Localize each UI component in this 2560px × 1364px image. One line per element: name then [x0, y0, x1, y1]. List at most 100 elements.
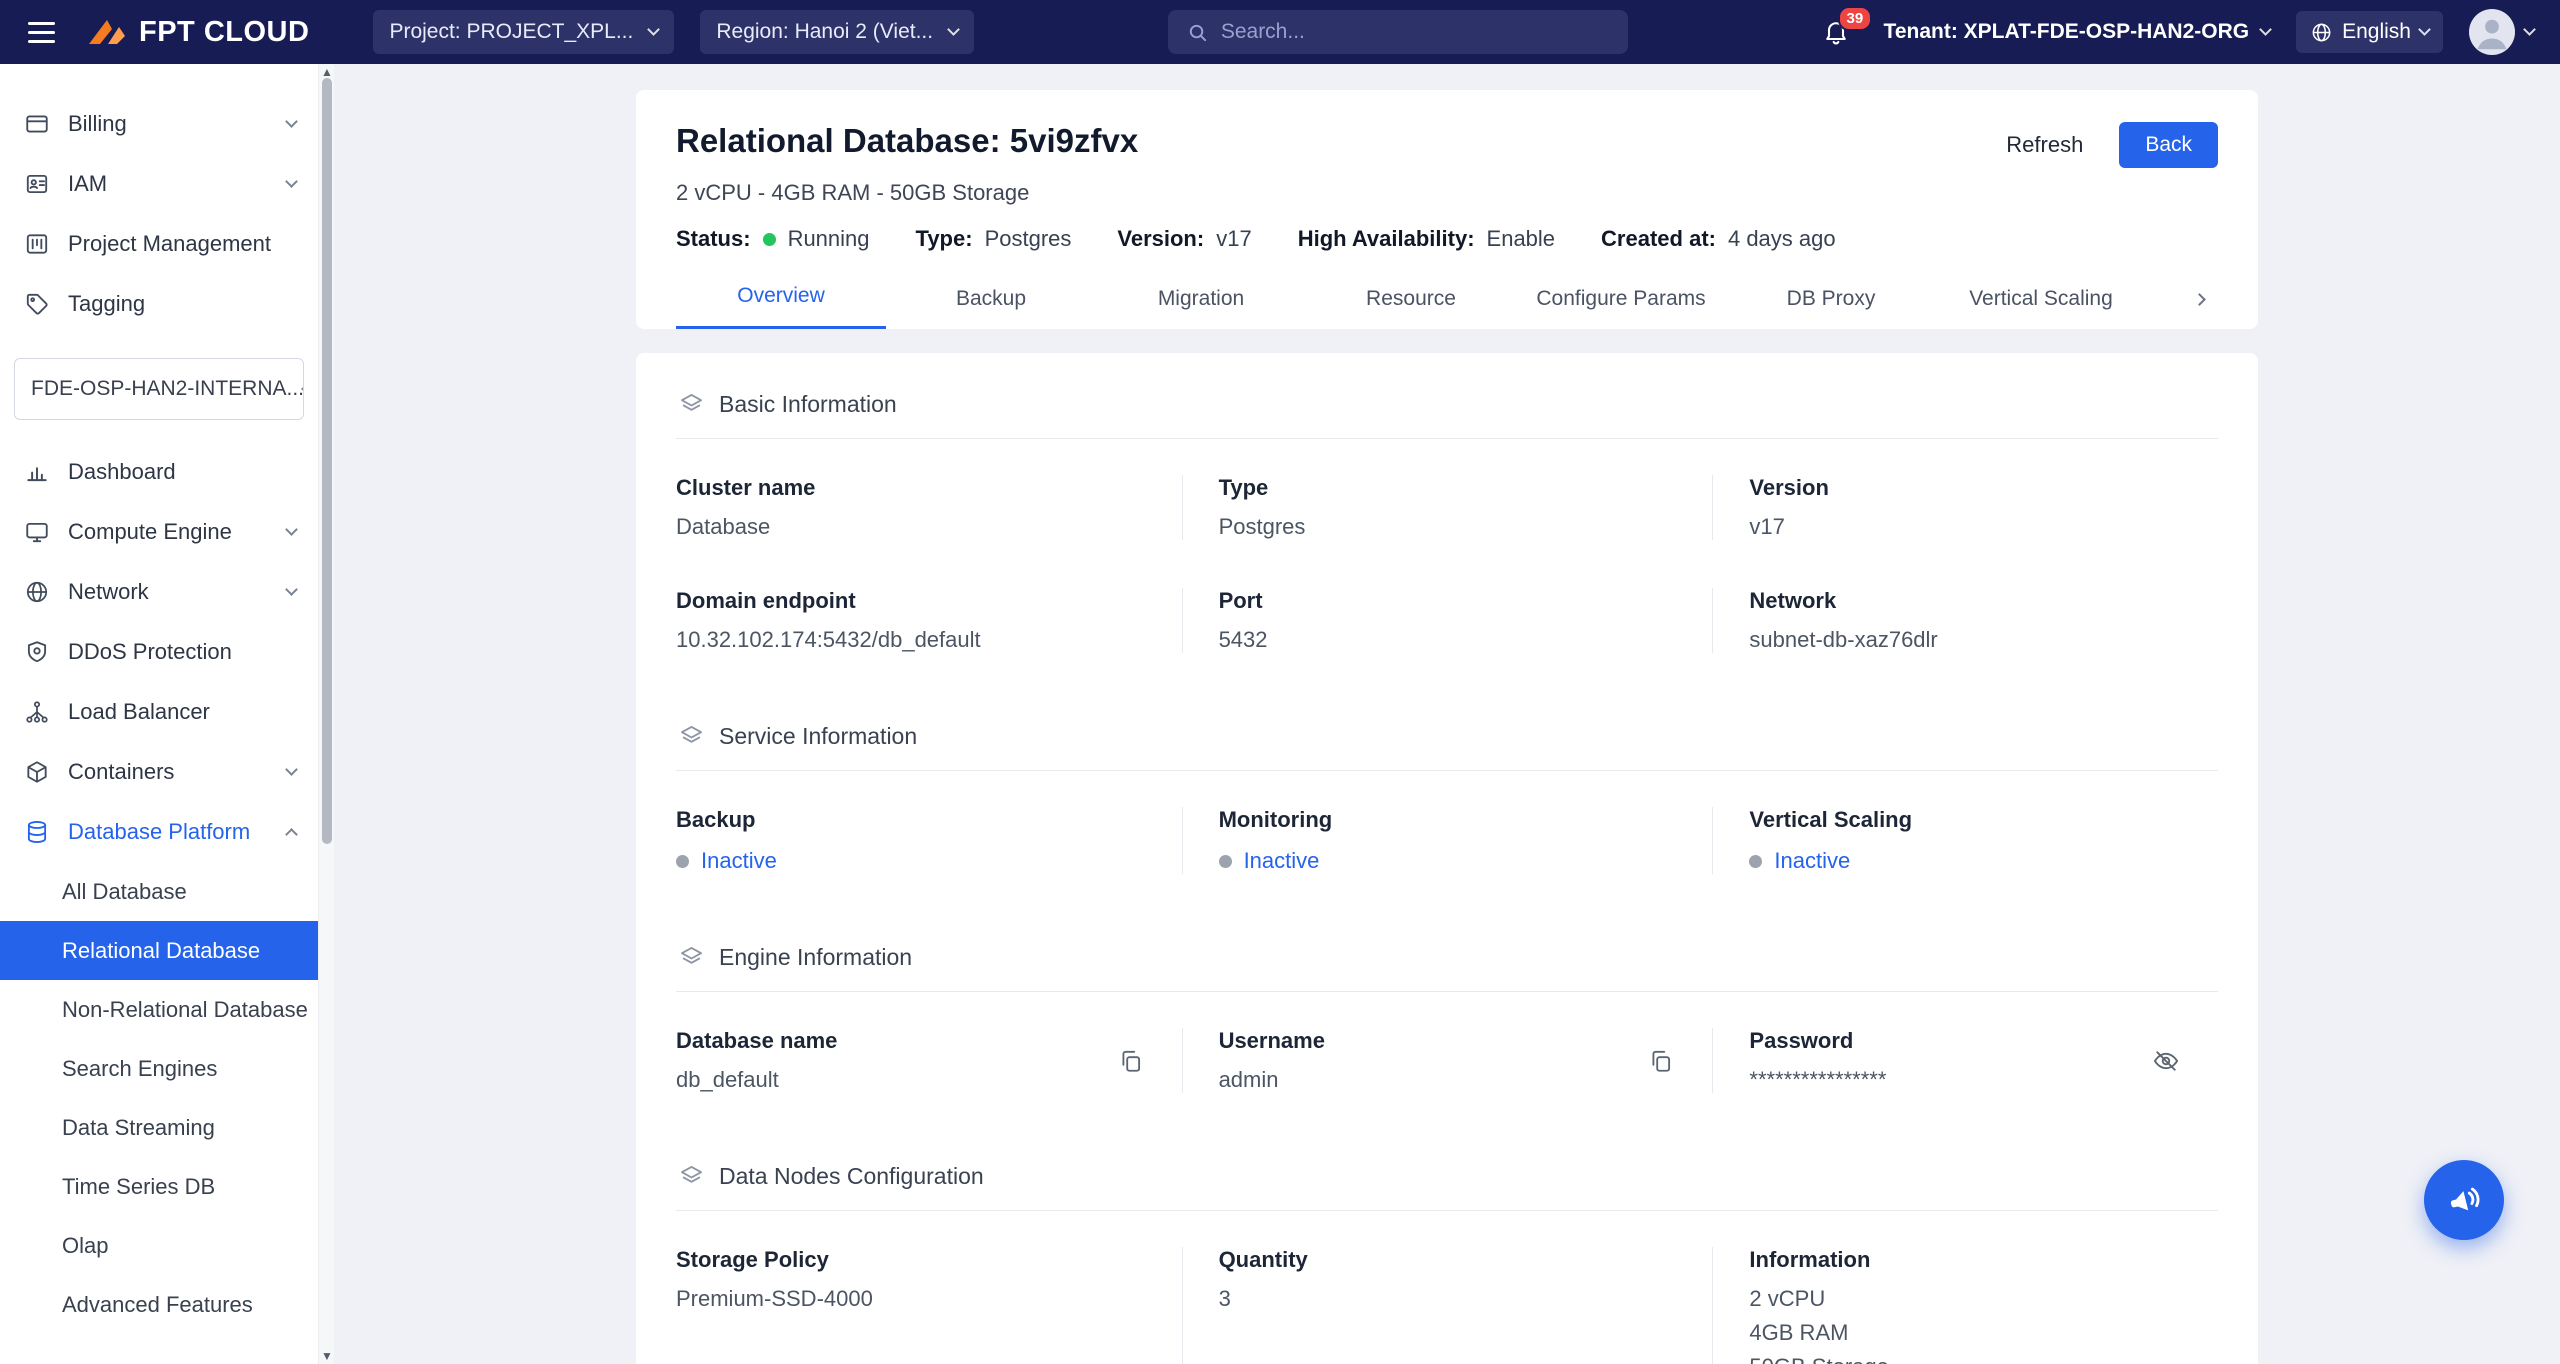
- field-label: Information: [1749, 1247, 2188, 1273]
- ha-label: High Availability:: [1298, 226, 1475, 252]
- database-icon: [24, 819, 50, 845]
- workspace-selector-label: FDE-OSP-HAN2-INTERNA...: [31, 377, 304, 401]
- billing-icon: [24, 111, 50, 137]
- chevron-down-icon: [2259, 23, 2272, 36]
- sidebar-item-network[interactable]: Network: [0, 562, 318, 622]
- service-status-link[interactable]: Inactive: [701, 848, 777, 874]
- megaphone-icon: [2445, 1181, 2483, 1219]
- iam-icon: [24, 171, 50, 197]
- tab-vertical-scaling[interactable]: Vertical Scaling: [1936, 287, 2146, 329]
- layers-icon: [678, 944, 705, 971]
- announcement-fab[interactable]: [2424, 1160, 2504, 1240]
- top-navbar: FPT CLOUD Project: PROJECT_XPL... Region…: [0, 0, 2560, 64]
- version-value: v17: [1216, 226, 1251, 252]
- user-menu[interactable]: [2469, 9, 2534, 55]
- chevron-up-icon: [285, 828, 298, 841]
- tab-overview[interactable]: Overview: [676, 284, 886, 329]
- copy-icon[interactable]: [1118, 1048, 1144, 1074]
- tab-migration[interactable]: Migration: [1096, 287, 1306, 329]
- sidebar-scrollbar[interactable]: ▲ ▼: [318, 64, 334, 1364]
- sidebar-item-label: Load Balancer: [68, 699, 296, 725]
- field-value: v17: [1749, 514, 2188, 540]
- field-value: Premium-SSD-4000: [676, 1286, 1152, 1312]
- language-label: English: [2342, 20, 2411, 44]
- workspace-selector[interactable]: FDE-OSP-HAN2-INTERNA...: [14, 358, 304, 420]
- eye-off-icon[interactable]: [2152, 1047, 2180, 1075]
- sidebar-subitem-advanced-features[interactable]: Advanced Features: [0, 1275, 318, 1334]
- region-selector[interactable]: Region: Hanoi 2 (Viet...: [700, 10, 974, 54]
- version-label: Version:: [1117, 226, 1204, 252]
- sidebar-item-label: IAM: [68, 171, 269, 197]
- section-title: Basic Information: [719, 391, 897, 418]
- section-basic-information: Basic Information: [676, 361, 2218, 439]
- scroll-down-arrow-icon[interactable]: ▼: [319, 1348, 335, 1364]
- sidebar-item-label: Compute Engine: [68, 519, 269, 545]
- sidebar-item-load-balancer[interactable]: Load Balancer: [0, 682, 318, 742]
- notification-count-badge: 39: [1838, 6, 1873, 31]
- field-value: 10.32.102.174:5432/db_default: [676, 627, 1152, 653]
- project-management-icon: [24, 231, 50, 257]
- created-at-label: Created at:: [1601, 226, 1716, 252]
- search-icon: [1186, 21, 1209, 44]
- fpt-cloud-logo[interactable]: FPT CLOUD: [87, 16, 309, 49]
- back-button[interactable]: Back: [2119, 122, 2218, 168]
- sidebar-item-ddos-protection[interactable]: DDoS Protection: [0, 622, 318, 682]
- notifications-button[interactable]: 39: [1822, 18, 1850, 46]
- field-value-line: 4GB RAM: [1749, 1320, 2188, 1346]
- project-selector[interactable]: Project: PROJECT_XPL...: [373, 10, 674, 54]
- scrollbar-thumb[interactable]: [322, 78, 332, 844]
- field-label: Storage Policy: [676, 1247, 1152, 1273]
- tab-resource[interactable]: Resource: [1306, 287, 1516, 329]
- detail-row: Database name db_default Username admin: [676, 992, 2218, 1133]
- tab-db-proxy[interactable]: DB Proxy: [1726, 287, 1936, 329]
- load-balancer-icon: [24, 699, 50, 725]
- sidebar-subitem-relational-database[interactable]: Relational Database: [0, 921, 318, 980]
- tabs-overflow-button[interactable]: [2181, 291, 2218, 329]
- search-input[interactable]: [1221, 20, 1610, 44]
- refresh-button[interactable]: Refresh: [2006, 132, 2083, 158]
- sidebar-item-containers[interactable]: Containers: [0, 742, 318, 802]
- db-spec-subtitle: 2 vCPU - 4GB RAM - 50GB Storage: [676, 180, 2218, 206]
- layers-icon: [678, 1163, 705, 1190]
- copy-icon[interactable]: [1648, 1048, 1674, 1074]
- section-service-information: Service Information: [676, 693, 2218, 771]
- layers-icon: [678, 723, 705, 750]
- tenant-selector[interactable]: Tenant: XPLAT-FDE-OSP-HAN2-ORG: [1884, 20, 2271, 44]
- sidebar-subitem-time-series-db[interactable]: Time Series DB: [0, 1157, 318, 1216]
- sidebar-item-database-platform[interactable]: Database Platform: [0, 802, 318, 862]
- created-at-value: 4 days ago: [1728, 226, 1836, 252]
- field-label: Monitoring: [1219, 807, 1683, 833]
- sidebar-item-project-management[interactable]: Project Management: [0, 214, 318, 274]
- db-detail-card: Basic Information Cluster name Database …: [636, 353, 2258, 1364]
- tab-configure-params[interactable]: Configure Params: [1516, 287, 1726, 329]
- chevron-down-icon: [647, 23, 660, 36]
- section-title: Service Information: [719, 723, 917, 750]
- globe-icon: [2310, 21, 2333, 44]
- sidebar-subitem-data-streaming[interactable]: Data Streaming: [0, 1098, 318, 1157]
- sidebar-item-dashboard[interactable]: Dashboard: [0, 442, 318, 502]
- sidebar-item-label: Project Management: [68, 231, 296, 257]
- detail-row: Backup Inactive Monitoring Inactive Vert…: [676, 771, 2218, 914]
- sidebar-subitem-search-engines[interactable]: Search Engines: [0, 1039, 318, 1098]
- service-status-link[interactable]: Inactive: [1774, 848, 1850, 874]
- sidebar-subitem-all-database[interactable]: All Database: [0, 862, 318, 921]
- sidebar-subitem-olap[interactable]: Olap: [0, 1216, 318, 1275]
- sidebar-item-iam[interactable]: IAM: [0, 154, 318, 214]
- service-status-link[interactable]: Inactive: [1244, 848, 1320, 874]
- region-selector-label: Region: Hanoi 2 (Viet...: [716, 20, 933, 44]
- global-search[interactable]: [1168, 10, 1628, 54]
- tab-backup[interactable]: Backup: [886, 287, 1096, 329]
- language-selector[interactable]: English: [2296, 11, 2443, 53]
- dashboard-icon: [24, 459, 50, 485]
- field-value: 5432: [1219, 627, 1683, 653]
- menu-icon[interactable]: [26, 16, 57, 49]
- sidebar-item-billing[interactable]: Billing: [0, 94, 318, 154]
- field-label: Password: [1749, 1028, 1886, 1054]
- field-value: ****************: [1749, 1067, 1886, 1093]
- project-selector-label: Project: PROJECT_XPL...: [389, 20, 633, 44]
- sidebar-item-label: Network: [68, 579, 269, 605]
- sidebar-subitem-non-relational-database[interactable]: Non-Relational Database: [0, 980, 318, 1039]
- sidebar-item-compute-engine[interactable]: Compute Engine: [0, 502, 318, 562]
- sidebar-item-tagging[interactable]: Tagging: [0, 274, 318, 334]
- tenant-label: Tenant: XPLAT-FDE-OSP-HAN2-ORG: [1884, 20, 2250, 44]
